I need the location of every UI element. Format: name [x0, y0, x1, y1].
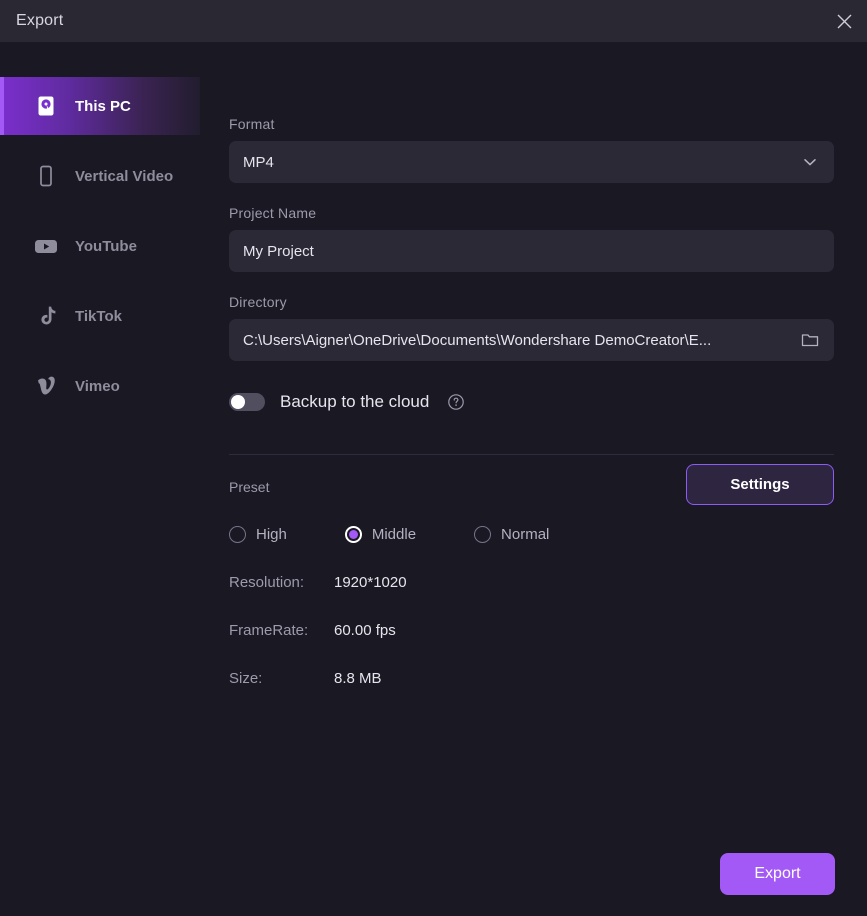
format-label: Format: [229, 116, 275, 132]
framerate-key: FrameRate:: [229, 622, 309, 639]
question-circle-icon[interactable]: [447, 393, 465, 411]
format-value: MP4: [243, 153, 274, 171]
sidebar-item-label: TikTok: [75, 307, 122, 325]
title-bar: Export: [0, 0, 867, 42]
close-button[interactable]: [821, 0, 867, 42]
radio-icon: [474, 526, 492, 543]
export-button[interactable]: Export: [720, 853, 835, 895]
preset-option-label: High: [256, 526, 287, 543]
project-name-group: Project Name My Project: [229, 205, 834, 272]
export-dialog: Export This PC Vertical Video YouTube Ti…: [0, 0, 867, 916]
resolution-key: Resolution:: [229, 574, 305, 591]
preset-option-normal[interactable]: Normal: [474, 526, 549, 543]
export-settings-panel: Format MP4 Project Name My Project Direc…: [200, 42, 867, 916]
preset-radio-group: High Middle Normal: [229, 526, 834, 543]
smartphone-icon: [33, 163, 59, 189]
size-row: Size: 8.8 MB: [229, 670, 834, 687]
format-group: Format MP4: [229, 116, 834, 183]
backup-toggle[interactable]: [229, 393, 265, 411]
framerate-row: FrameRate: 60.00 fps: [229, 622, 834, 639]
size-value: 8.8 MB: [334, 670, 382, 687]
project-name-value: My Project: [243, 242, 314, 260]
hard-drive-icon: [33, 93, 59, 119]
resolution-value: 1920*1020: [334, 574, 407, 591]
sidebar-item-this-pc[interactable]: This PC: [0, 77, 200, 135]
preset-option-label: Normal: [501, 526, 550, 543]
preset-label: Preset: [229, 479, 270, 495]
sidebar-item-vertical-video[interactable]: Vertical Video: [0, 147, 200, 205]
directory-label: Directory: [229, 294, 287, 310]
sidebar-item-label: Vertical Video: [75, 167, 174, 185]
close-icon: [836, 13, 853, 30]
sidebar-item-tiktok[interactable]: TikTok: [0, 287, 200, 345]
preset-option-label: Middle: [371, 526, 417, 543]
dialog-footer: Export: [720, 853, 835, 895]
project-name-label: Project Name: [229, 205, 317, 221]
dialog-body: This PC Vertical Video YouTube TikTok Vi…: [0, 42, 867, 916]
settings-button[interactable]: Settings: [686, 464, 834, 505]
project-name-field[interactable]: My Project: [229, 230, 834, 272]
sidebar-item-label: YouTube: [75, 237, 137, 255]
section-divider: [229, 454, 834, 455]
sidebar-item-label: This PC: [75, 97, 131, 115]
size-key: Size:: [229, 670, 263, 687]
directory-value: C:\Users\Aigner\OneDrive\Documents\Wonde…: [243, 331, 712, 349]
sidebar-item-label: Vimeo: [75, 377, 120, 395]
directory-field[interactable]: C:\Users\Aigner\OneDrive\Documents\Wonde…: [229, 319, 834, 361]
radio-icon: [344, 526, 362, 543]
folder-icon[interactable]: [798, 328, 822, 352]
toggle-knob: [231, 395, 245, 409]
format-select[interactable]: MP4: [229, 141, 834, 183]
directory-group: Directory C:\Users\Aigner\OneDrive\Docum…: [229, 294, 834, 361]
preset-option-high[interactable]: High: [229, 526, 287, 543]
preset-option-middle[interactable]: Middle: [344, 526, 417, 543]
vimeo-icon: [33, 373, 59, 399]
backup-label: Backup to the cloud: [280, 392, 430, 411]
preset-header: Preset Settings: [229, 464, 834, 505]
page-title: Export: [16, 12, 64, 29]
backup-row: Backup to the cloud: [229, 392, 834, 412]
youtube-icon: [33, 233, 59, 259]
framerate-value: 60.00 fps: [334, 622, 396, 639]
tiktok-icon: [33, 303, 59, 329]
sidebar-item-vimeo[interactable]: Vimeo: [0, 357, 200, 415]
radio-icon: [229, 526, 246, 543]
destination-sidebar: This PC Vertical Video YouTube TikTok Vi…: [0, 42, 200, 916]
resolution-row: Resolution: 1920*1020: [229, 574, 834, 591]
sidebar-item-youtube[interactable]: YouTube: [0, 217, 200, 275]
chevron-down-icon[interactable]: [798, 150, 822, 174]
